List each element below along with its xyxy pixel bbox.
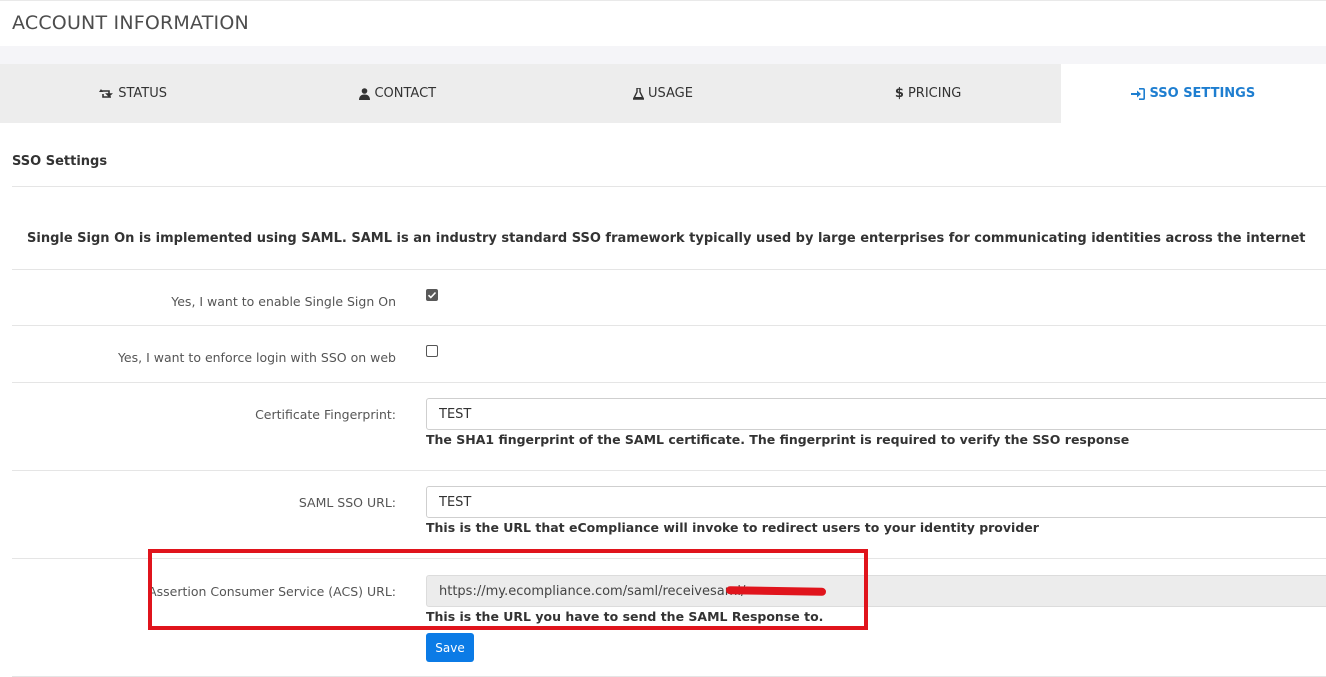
tab-usage[interactable]: USAGE xyxy=(530,64,795,123)
divider xyxy=(12,186,1326,187)
page-title: ACCOUNT INFORMATION xyxy=(12,12,249,34)
annotation-highlight-box xyxy=(148,549,868,630)
retweet-icon xyxy=(98,88,114,100)
user-icon xyxy=(359,87,371,100)
divider xyxy=(12,470,1326,471)
enable-sso-checkbox[interactable] xyxy=(426,289,438,301)
enforce-sso-label: Yes, I want to enforce login with SSO on… xyxy=(117,350,396,365)
tab-bar: STATUS CONTACT USAGE $ PRICING SSO SETTI… xyxy=(0,64,1326,123)
save-button[interactable]: Save xyxy=(426,633,474,662)
tab-contact[interactable]: CONTACT xyxy=(265,64,530,123)
tab-pricing[interactable]: $ PRICING xyxy=(796,64,1061,123)
fingerprint-input[interactable] xyxy=(426,398,1326,430)
tab-label: CONTACT xyxy=(374,86,437,101)
enforce-sso-checkbox[interactable] xyxy=(426,345,438,357)
tab-status[interactable]: STATUS xyxy=(0,64,265,123)
section-title: SSO Settings xyxy=(12,154,108,169)
flask-icon xyxy=(632,87,644,100)
tab-sso-settings[interactable]: SSO SETTINGS xyxy=(1060,64,1326,123)
sso-url-help: This is the URL that eCompliance will in… xyxy=(426,520,1039,535)
enable-sso-label: Yes, I want to enable Single Sign On xyxy=(171,294,396,309)
fingerprint-help: The SHA1 fingerprint of the SAML certifi… xyxy=(426,432,1130,447)
sso-url-label: SAML SSO URL: xyxy=(298,495,396,510)
tab-label: STATUS xyxy=(118,86,167,101)
divider xyxy=(12,325,1326,326)
top-border xyxy=(0,0,1326,1)
divider xyxy=(12,269,1326,270)
header-band xyxy=(0,46,1326,64)
fingerprint-label: Certificate Fingerprint: xyxy=(255,407,396,422)
sign-in-icon xyxy=(1131,87,1146,100)
divider xyxy=(12,382,1326,383)
sso-intro-text: Single Sign On is implemented using SAML… xyxy=(27,231,1306,246)
tab-label: PRICING xyxy=(907,86,962,101)
dollar-icon: $ xyxy=(894,86,904,101)
sso-url-input[interactable] xyxy=(426,486,1326,518)
check-icon xyxy=(427,291,437,299)
tab-label: SSO SETTINGS xyxy=(1149,86,1256,101)
tab-label: USAGE xyxy=(647,86,693,101)
